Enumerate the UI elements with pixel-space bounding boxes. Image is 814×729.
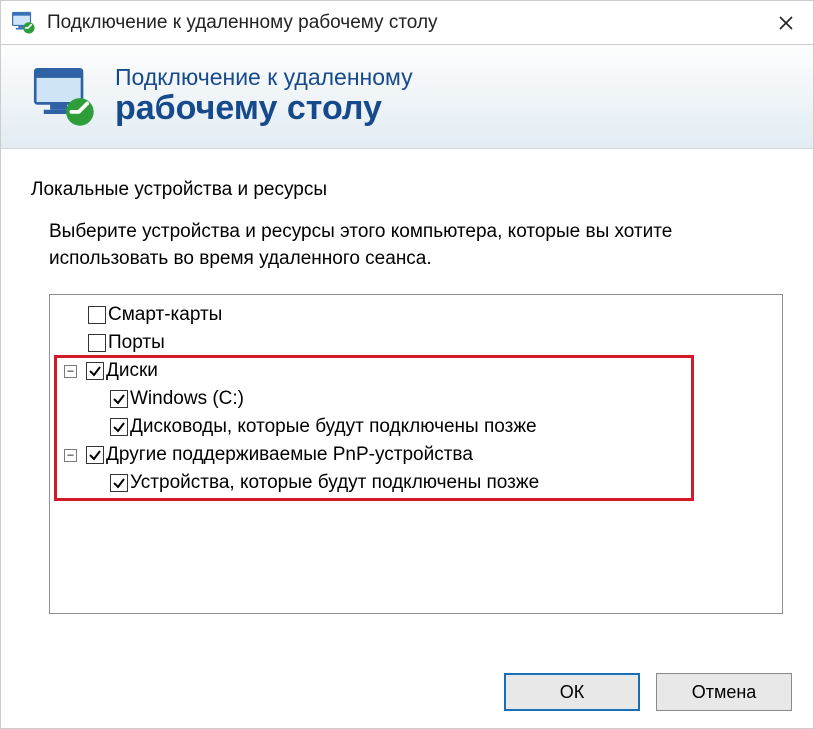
dialog-buttons: ОК Отмена bbox=[504, 673, 792, 711]
checkbox-drives[interactable] bbox=[86, 362, 104, 380]
rdp-app-icon bbox=[11, 10, 37, 36]
banner: Подключение к удаленному рабочему столу bbox=[1, 45, 813, 149]
check-icon bbox=[88, 448, 102, 462]
check-icon bbox=[112, 392, 126, 406]
ok-button[interactable]: ОК bbox=[504, 673, 640, 711]
tree-item-later-drives[interactable]: Дисководы, которые будут подключены позж… bbox=[56, 413, 776, 441]
checkbox-later-pnp[interactable] bbox=[110, 474, 128, 492]
checkbox-smartcards[interactable] bbox=[88, 306, 106, 324]
banner-line1: Подключение к удаленному bbox=[115, 65, 413, 90]
titlebar: Подключение к удаленному рабочему столу bbox=[1, 1, 813, 45]
tree-label: Windows (C:) bbox=[130, 385, 244, 413]
tree-label: Другие поддерживаемые PnP-устройства bbox=[106, 441, 473, 469]
tree-label: Устройства, которые будут подключены поз… bbox=[130, 469, 539, 497]
device-tree: Смарт-карты Порты − Диски Windows (C:) Д… bbox=[49, 294, 783, 614]
tree-label: Дисководы, которые будут подключены позж… bbox=[130, 413, 537, 441]
banner-text: Подключение к удаленному рабочему столу bbox=[115, 65, 413, 128]
tree-item-drive-c[interactable]: Windows (C:) bbox=[56, 385, 776, 413]
tree-label: Смарт-карты bbox=[108, 301, 222, 329]
window-title: Подключение к удаленному рабочему столу bbox=[47, 12, 763, 34]
tree-item-pnp[interactable]: − Другие поддерживаемые PnP-устройства bbox=[56, 441, 776, 469]
checkbox-later-drives[interactable] bbox=[110, 418, 128, 436]
content-area: Локальные устройства и ресурсы Выберите … bbox=[1, 149, 813, 614]
close-icon bbox=[778, 15, 794, 31]
tree-item-smartcards[interactable]: Смарт-карты bbox=[56, 301, 776, 329]
rdp-banner-icon bbox=[31, 63, 99, 131]
tree-root: Смарт-карты Порты − Диски Windows (C:) Д… bbox=[56, 301, 776, 497]
tree-label: Диски bbox=[106, 357, 158, 385]
tree-label: Порты bbox=[108, 329, 165, 357]
group-label: Локальные устройства и ресурсы bbox=[31, 179, 783, 201]
cancel-button[interactable]: Отмена bbox=[656, 673, 792, 711]
tree-item-drives[interactable]: − Диски bbox=[56, 357, 776, 385]
checkbox-pnp[interactable] bbox=[86, 446, 104, 464]
close-button[interactable] bbox=[763, 1, 809, 45]
check-icon bbox=[88, 364, 102, 378]
checkbox-ports[interactable] bbox=[88, 334, 106, 352]
check-icon bbox=[112, 420, 126, 434]
expander-drives[interactable]: − bbox=[64, 365, 77, 378]
tree-item-later-pnp[interactable]: Устройства, которые будут подключены поз… bbox=[56, 469, 776, 497]
banner-line2: рабочему столу bbox=[115, 90, 413, 127]
check-icon bbox=[112, 476, 126, 490]
instructions-text: Выберите устройства и ресурсы этого комп… bbox=[49, 219, 783, 272]
expander-pnp[interactable]: − bbox=[64, 449, 77, 462]
tree-item-ports[interactable]: Порты bbox=[56, 329, 776, 357]
checkbox-drive-c[interactable] bbox=[110, 390, 128, 408]
